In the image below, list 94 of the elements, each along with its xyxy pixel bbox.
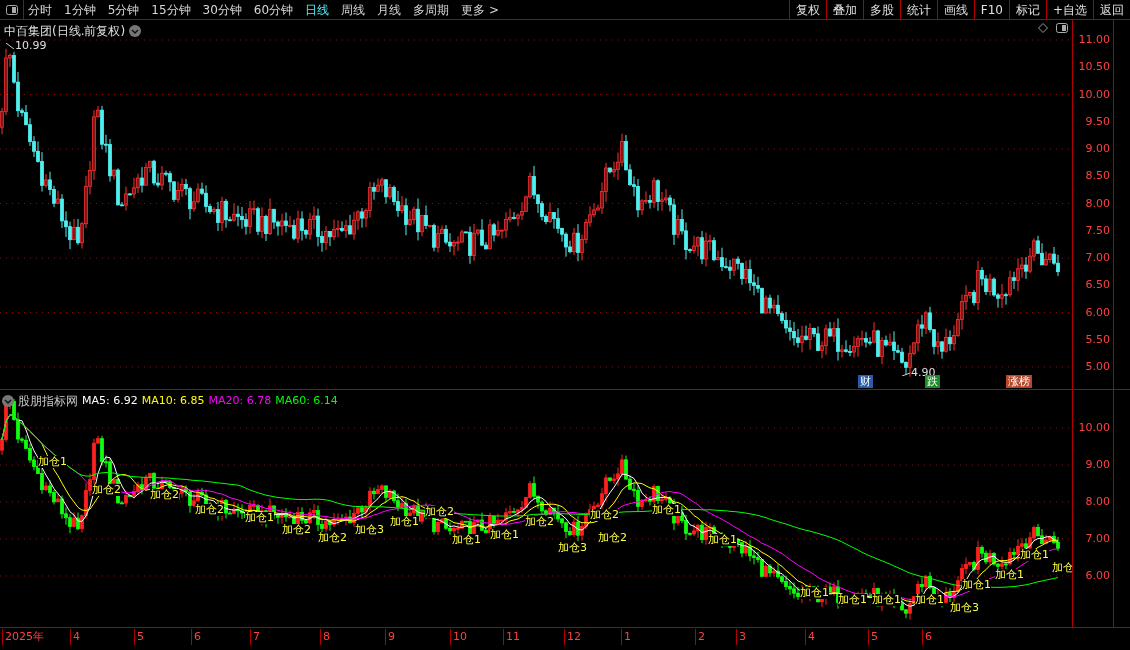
- price-axis-label: 7.00: [1085, 251, 1110, 265]
- signal-label: 加仓2: [92, 484, 121, 496]
- signal-label: 加仓2: [195, 504, 224, 516]
- signal-label: 加仓1: [490, 529, 519, 541]
- period-tab[interactable]: 15分钟: [151, 0, 191, 19]
- toolbar-button[interactable]: 返回: [1093, 0, 1130, 19]
- date-axis-label: 5: [868, 629, 878, 645]
- signal-label: 加仓1: [245, 512, 274, 524]
- signal-label: 加仓2: [318, 532, 347, 544]
- signal-label: 加仓1: [995, 569, 1024, 581]
- date-axis-label: 6: [191, 629, 201, 645]
- period-tab[interactable]: 周线: [341, 0, 366, 19]
- signal-label: 加仓1: [800, 587, 829, 599]
- price-axis-label: 6.00: [1085, 305, 1110, 320]
- price-axis-label: 6.00: [1085, 569, 1110, 583]
- date-axis-label: 4: [805, 629, 815, 645]
- price-axis-label: 8.50: [1085, 169, 1110, 184]
- toolbar-button[interactable]: 叠加: [825, 0, 863, 19]
- period-tab[interactable]: 月线: [377, 0, 402, 19]
- signal-label: 加仓1: [1020, 549, 1049, 561]
- signal-label: 加仓2: [590, 509, 619, 521]
- date-axis-label: 6: [922, 629, 932, 645]
- price-axis-label: 7.50: [1085, 223, 1110, 238]
- date-axis-label: 9: [385, 629, 395, 645]
- high-price-label: 10.99: [15, 38, 47, 54]
- moving-average-value: MA10: 6.85: [141, 392, 205, 409]
- indicator-name: 股朋指标网: [18, 393, 78, 410]
- signal-label: 加仓2: [525, 516, 554, 528]
- period-tab[interactable]: 60分钟: [253, 0, 294, 19]
- signal-label: 加仓1: [708, 534, 737, 546]
- signal-label: 加仓2: [150, 489, 179, 501]
- date-axis-label: 12: [564, 629, 581, 645]
- signal-label: 加仓2: [598, 532, 627, 544]
- chart-title: 中百集团(日线.前复权): [4, 23, 126, 40]
- price-axis-label: 7.00: [1085, 532, 1110, 546]
- period-tab[interactable]: 5分钟: [107, 0, 140, 19]
- signal-label: 加仓3: [950, 602, 979, 614]
- price-axis-label: 10.00: [1078, 87, 1110, 102]
- signal-label: 加仓2: [425, 506, 454, 518]
- period-tab[interactable]: 多周期: [413, 0, 450, 19]
- toolbar-button[interactable]: 多股: [862, 0, 900, 19]
- price-axis-label: 10.50: [1078, 60, 1110, 75]
- toolbar-button[interactable]: F10: [973, 0, 1009, 19]
- toolbar-button[interactable]: 复权: [788, 0, 826, 19]
- signal-label: 加仓2: [282, 524, 311, 536]
- date-axis-label: 5: [134, 629, 144, 645]
- toolbar-button[interactable]: +自选: [1045, 0, 1093, 19]
- date-axis-label: 3: [736, 629, 746, 645]
- price-axis-label: 9.00: [1085, 142, 1110, 156]
- signal-label: 加仓1: [872, 594, 901, 606]
- event-marker[interactable]: 财: [858, 375, 873, 388]
- signal-label: 加仓1: [452, 534, 481, 546]
- period-tab[interactable]: 分时: [28, 0, 52, 19]
- date-axis-label: 10: [450, 629, 467, 645]
- price-axis-label: 9.50: [1085, 114, 1110, 129]
- price-axis-label: 9.00: [1085, 458, 1110, 472]
- date-axis-label: 8: [320, 629, 330, 645]
- toolbar-button[interactable]: 标记: [1008, 0, 1046, 19]
- price-axis-label: 5.00: [1085, 360, 1110, 374]
- signal-label: 加仓1: [915, 594, 944, 606]
- panel-toggle-icon[interactable]: [1056, 23, 1068, 33]
- signal-label: 加仓1: [652, 504, 681, 516]
- date-axis-label: 2025年: [2, 629, 44, 645]
- signal-label: 加仓3: [355, 524, 384, 536]
- period-tab[interactable]: 30分钟: [202, 0, 242, 19]
- event-marker[interactable]: 涨榜: [1006, 375, 1032, 388]
- toolbar-button[interactable]: 统计: [899, 0, 937, 19]
- period-tab[interactable]: 1分钟: [64, 0, 96, 19]
- signal-label: 加仓1: [390, 516, 419, 528]
- signal-label: 加仓1: [838, 594, 867, 606]
- signal-label: 加仓3: [558, 542, 587, 554]
- date-axis-label: 2: [695, 629, 705, 645]
- period-tab[interactable]: 日线: [305, 0, 330, 19]
- signal-label: 加仓1: [962, 579, 991, 591]
- leader-line: [902, 370, 910, 377]
- panel-toggle-icon[interactable]: [5, 4, 18, 15]
- price-axis-label: 6.50: [1085, 278, 1110, 293]
- signal-label: 加仓1: [38, 456, 67, 468]
- price-axis-label: 8.00: [1085, 196, 1110, 211]
- price-axis-label: 8.00: [1085, 495, 1110, 509]
- price-axis-label: 5.50: [1085, 332, 1110, 347]
- price-axis-label: 10.00: [1078, 421, 1110, 435]
- toolbar-button[interactable]: 画线: [936, 0, 974, 19]
- moving-average-value: MA5: 6.92: [82, 392, 138, 409]
- moving-average-value: MA60: 6.14: [275, 392, 338, 409]
- period-tab[interactable]: 更多 >: [461, 0, 499, 19]
- moving-average-value: MA20: 6.78: [208, 392, 272, 409]
- leader-line: [6, 43, 14, 50]
- date-axis-label: 7: [250, 629, 260, 645]
- date-axis-label: 11: [503, 629, 520, 645]
- price-axis-label: 11.00: [1078, 33, 1110, 47]
- chevron-down-icon[interactable]: [2, 395, 14, 407]
- date-axis-label: 1: [621, 629, 631, 645]
- date-axis-label: 4: [70, 629, 80, 645]
